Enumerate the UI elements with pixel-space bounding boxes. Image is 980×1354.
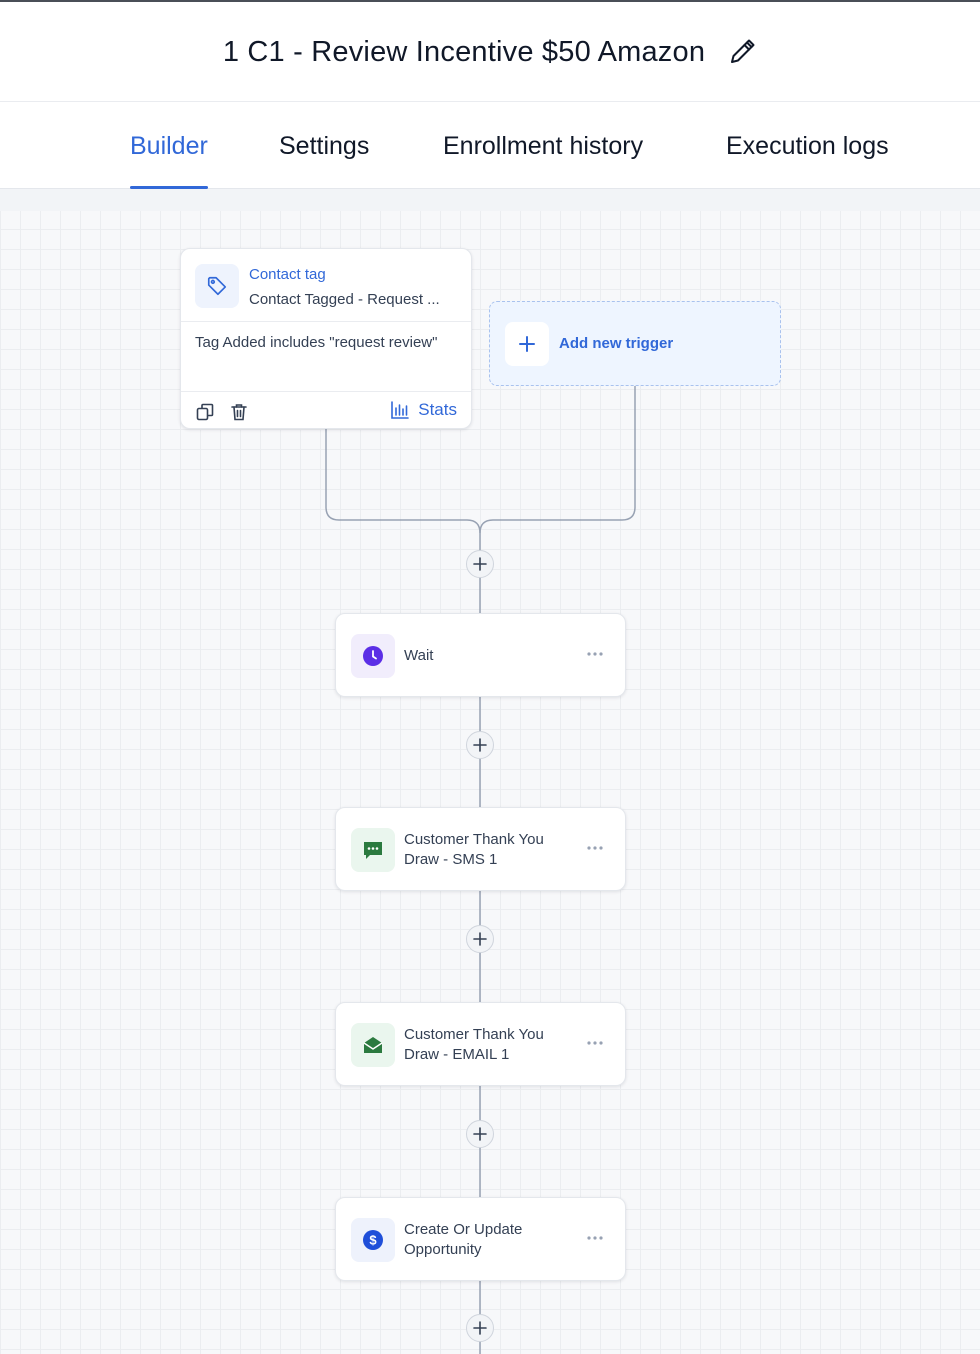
copy-icon[interactable] [195,402,215,422]
bar-chart-icon [391,401,410,419]
plus-icon [473,1127,487,1141]
tab-execution-logs[interactable]: Execution logs [726,103,889,189]
workflow-header: 1 C1 - Review Incentive $50 Amazon [0,2,980,102]
add-trigger-label: Add new trigger [559,335,674,352]
plus-icon [473,557,487,571]
plus-icon [505,322,549,366]
add-step-button[interactable] [466,1314,494,1342]
action-card-wait[interactable]: Wait [335,613,626,697]
trigger-filter: Tag Added includes "request review" [195,334,438,351]
tab-bar: Builder Settings Enrollment history Exec… [0,103,980,189]
tab-builder[interactable]: Builder [130,103,208,189]
stats-label: Stats [418,400,457,419]
workflow-canvas[interactable]: Contact tag Contact Tagged - Request ...… [0,189,980,1354]
tab-enrollment-history[interactable]: Enrollment history [443,103,643,189]
clock-icon [351,634,395,678]
action-label: Customer Thank You Draw - EMAIL 1 [404,1026,544,1063]
more-options-icon[interactable] [585,1228,605,1248]
plus-icon [473,1321,487,1335]
more-options-icon[interactable] [585,838,605,858]
more-options-icon[interactable] [585,1033,605,1053]
action-label: Customer Thank You Draw - SMS 1 [404,831,544,868]
add-step-button[interactable] [466,731,494,759]
tag-icon [195,264,239,308]
action-card-sms[interactable]: Customer Thank You Draw - SMS 1 [335,807,626,891]
plus-icon [473,738,487,752]
trigger-card-contact-tag[interactable]: Contact tag Contact Tagged - Request ...… [180,248,472,429]
action-card-opportunity[interactable]: $ Create Or Update Opportunity [335,1197,626,1281]
add-step-button[interactable] [466,1120,494,1148]
svg-text:$: $ [369,1233,377,1248]
dollar-icon: $ [351,1218,395,1262]
chat-icon [351,828,395,872]
trigger-name: Contact tag [249,266,326,283]
more-options-icon[interactable] [585,644,605,664]
trigger-subtitle: Contact Tagged - Request ... [249,291,440,308]
add-new-trigger-button[interactable]: Add new trigger [489,301,781,386]
pencil-icon[interactable] [727,37,757,67]
add-step-button[interactable] [466,925,494,953]
tab-settings[interactable]: Settings [279,103,369,189]
trigger-card-footer: Stats [181,391,471,430]
envelope-open-icon [351,1023,395,1067]
action-card-email[interactable]: Customer Thank You Draw - EMAIL 1 [335,1002,626,1086]
plus-icon [473,932,487,946]
add-step-button[interactable] [466,550,494,578]
action-label: Wait [404,647,434,664]
trash-icon[interactable] [229,402,249,422]
stats-button[interactable]: Stats [390,400,457,420]
workflow-title: 1 C1 - Review Incentive $50 Amazon [222,35,706,68]
action-label: Create Or Update Opportunity [404,1221,523,1258]
